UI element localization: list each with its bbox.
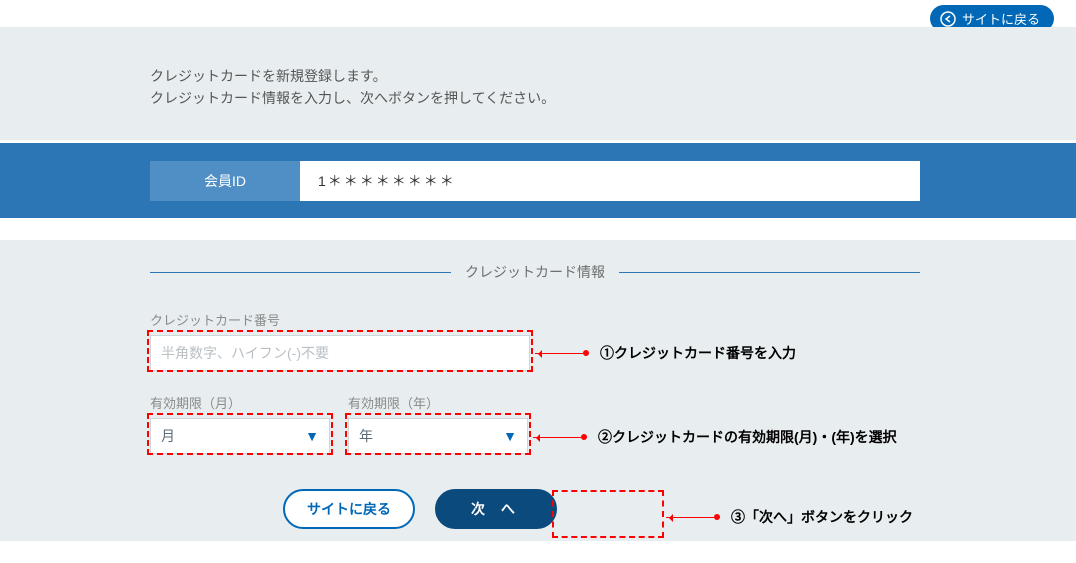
divider-right xyxy=(619,272,920,273)
expiry-month-label: 有効期限（月） xyxy=(150,393,330,412)
card-number-label: クレジットカード番号 xyxy=(150,310,920,329)
card-number-input[interactable] xyxy=(150,335,530,371)
annotation-2-text: ②クレジットカードの有効期限(月)・(年)を選択 xyxy=(598,427,897,447)
chevron-down-icon: ▼ xyxy=(503,428,517,444)
next-button[interactable]: 次 へ xyxy=(435,489,557,529)
description-panel: クレジットカードを新規登録します。 クレジットカード情報を入力し、次へボタンを押… xyxy=(0,27,1076,140)
chevron-down-icon: ▼ xyxy=(305,428,319,444)
return-icon xyxy=(940,11,956,27)
section-title: クレジットカード情報 xyxy=(451,262,619,282)
expiry-month-value: 月 xyxy=(161,426,175,446)
divider-left xyxy=(150,272,451,273)
member-id-label: 会員ID xyxy=(150,161,300,201)
expiry-year-label: 有効期限（年） xyxy=(348,393,528,412)
description-line2: クレジットカード情報を入力し、次へボタンを押してください。 xyxy=(150,87,920,109)
annotation-3-text: ③「次へ」ボタンをクリック xyxy=(731,507,913,527)
next-button-label: 次 へ xyxy=(471,501,521,517)
annotation-3: ③「次へ」ボタンをクリック xyxy=(666,507,913,527)
expiry-year-select[interactable]: 年 ▼ xyxy=(348,418,528,454)
description-line1: クレジットカードを新規登録します。 xyxy=(150,65,920,87)
section-heading: クレジットカード情報 xyxy=(150,262,920,282)
back-button[interactable]: サイトに戻る xyxy=(283,489,415,529)
annotation-1: ①クレジットカード番号を入力 xyxy=(535,343,796,363)
annotation-2: ②クレジットカードの有効期限(月)・(年)を選択 xyxy=(533,427,897,447)
return-to-site-label-top: サイトに戻る xyxy=(962,9,1040,28)
expiry-year-value: 年 xyxy=(359,426,373,446)
back-button-label: サイトに戻る xyxy=(307,501,391,517)
card-form-panel: クレジットカード情報 クレジットカード番号 有効期限（月） 月 ▼ 有効期限（年… xyxy=(0,240,1076,541)
expiry-month-select[interactable]: 月 ▼ xyxy=(150,418,330,454)
annotation-1-text: ①クレジットカード番号を入力 xyxy=(600,343,796,363)
member-id-row: 会員ID 1＊＊＊＊＊＊＊＊ xyxy=(0,143,1076,218)
member-id-value: 1＊＊＊＊＊＊＊＊ xyxy=(300,161,920,201)
